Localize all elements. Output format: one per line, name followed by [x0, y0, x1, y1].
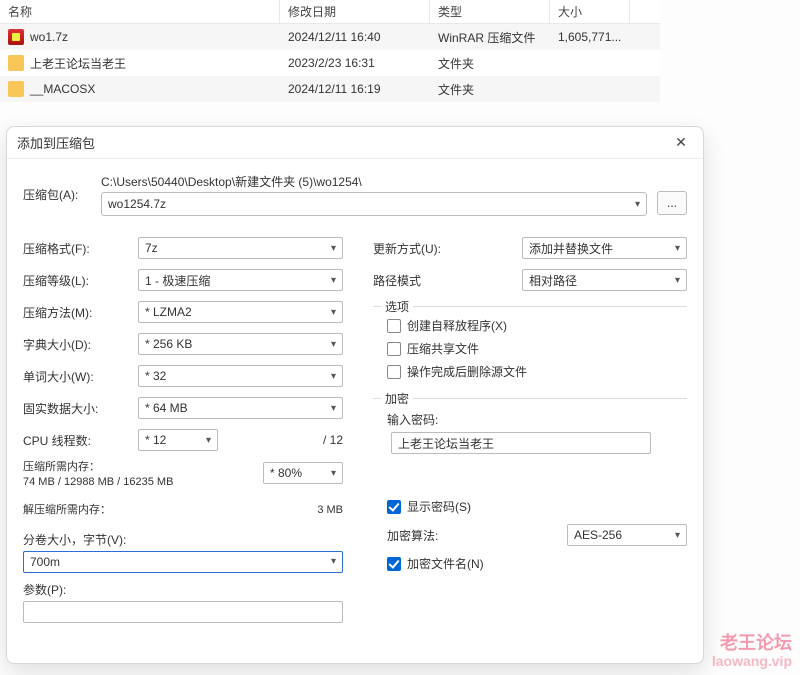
- left-column: 压缩格式(F): 7z▾ 压缩等级(L): 1 - 极速压缩▾ 压缩方法(M):…: [23, 228, 343, 623]
- options-legend: 选项: [381, 298, 413, 315]
- file-name: __MACOSX: [30, 82, 95, 96]
- folder-icon: [8, 55, 24, 71]
- checkbox-checked-icon: [387, 557, 401, 571]
- browse-button[interactable]: ...: [657, 191, 687, 215]
- col-header-size[interactable]: 大小: [550, 0, 630, 23]
- delete-after-checkbox[interactable]: 操作完成后删除源文件: [387, 363, 687, 380]
- checkbox-checked-icon: [387, 500, 401, 514]
- split-label: 分卷大小，字节(V):: [23, 531, 343, 548]
- checkbox-icon: [387, 365, 401, 379]
- level-select[interactable]: 1 - 极速压缩▾: [138, 269, 343, 291]
- file-type: WinRAR 压缩文件: [430, 29, 550, 46]
- file-row[interactable]: wo1.7z 2024/12/11 16:40 WinRAR 压缩文件 1,60…: [0, 24, 660, 50]
- mem-decompress-value: 3 MB: [317, 503, 343, 518]
- chevron-down-icon: ▾: [331, 556, 336, 567]
- password-label: 输入密码:: [387, 411, 687, 428]
- chevron-down-icon: ▾: [675, 530, 680, 541]
- sfx-checkbox[interactable]: 创建自释放程序(X): [387, 317, 687, 334]
- watermark: 老王论坛 laowang.vip: [712, 634, 792, 669]
- password-input[interactable]: 上老王论坛当老王: [391, 432, 651, 454]
- chevron-down-icon: ▾: [331, 403, 336, 414]
- file-date: 2024/12/11 16:40: [280, 30, 430, 44]
- file-row[interactable]: __MACOSX 2024/12/11 16:19 文件夹: [0, 76, 660, 102]
- file-type: 文件夹: [430, 55, 550, 72]
- chevron-down-icon: ▾: [331, 243, 336, 254]
- threads-max: / 12: [226, 433, 343, 447]
- file-row[interactable]: 上老王论坛当老王 2023/2/23 16:31 文件夹: [0, 50, 660, 76]
- archive-label: 压缩包(A):: [23, 186, 91, 203]
- params-input[interactable]: [23, 601, 343, 623]
- checkbox-icon: [387, 342, 401, 356]
- chevron-down-icon: ▾: [331, 339, 336, 350]
- file-date: 2024/12/11 16:19: [280, 82, 430, 96]
- folder-icon: [8, 81, 24, 97]
- chevron-down-icon: ▾: [331, 371, 336, 382]
- solid-select[interactable]: * 64 MB▾: [138, 397, 343, 419]
- col-header-type[interactable]: 类型: [430, 0, 550, 23]
- chevron-down-icon: ▾: [206, 435, 211, 446]
- encrypt-legend: 加密: [381, 390, 413, 407]
- solid-label: 固实数据大小:: [23, 400, 138, 417]
- encrypt-names-checkbox[interactable]: 加密文件名(N): [387, 555, 687, 572]
- chevron-down-icon: ▾: [331, 307, 336, 318]
- update-mode-select[interactable]: 添加并替换文件▾: [522, 237, 687, 259]
- checkbox-icon: [387, 319, 401, 333]
- close-button[interactable]: ✕: [669, 131, 693, 155]
- dialog-title: 添加到压缩包: [17, 133, 669, 152]
- mem-decompress-label: 解压缩所需内存：: [23, 503, 317, 518]
- right-column: 更新方式(U): 添加并替换文件▾ 路径模式 相对路径▾ 选项 创建自释放程序(…: [373, 228, 687, 623]
- options-group: 选项 创建自释放程序(X) 压缩共享文件 操作完成后删除源文件: [373, 306, 687, 380]
- file-size: 1,605,771...: [550, 30, 630, 44]
- encrypt-algo-select[interactable]: AES-256▾: [567, 524, 687, 546]
- chevron-down-icon: ▾: [331, 275, 336, 286]
- archive-name: wo1254.7z: [108, 197, 166, 211]
- method-label: 压缩方法(M):: [23, 304, 138, 321]
- update-label: 更新方式(U):: [373, 240, 451, 257]
- pathmode-label: 路径模式: [373, 272, 451, 289]
- shared-checkbox[interactable]: 压缩共享文件: [387, 340, 687, 357]
- format-label: 压缩格式(F):: [23, 240, 138, 257]
- file-name: 上老王论坛当老王: [30, 55, 126, 72]
- col-header-name[interactable]: 名称: [0, 0, 280, 23]
- params-label: 参数(P):: [23, 581, 343, 598]
- file-list-header: 名称 修改日期 类型 大小: [0, 0, 660, 24]
- threads-select[interactable]: * 12▾: [138, 429, 218, 451]
- archive-name-select[interactable]: wo1254.7z ▾: [101, 192, 647, 216]
- file-type: 文件夹: [430, 81, 550, 98]
- algo-label: 加密算法:: [387, 527, 567, 544]
- file-rows: wo1.7z 2024/12/11 16:40 WinRAR 压缩文件 1,60…: [0, 24, 660, 102]
- chevron-down-icon: ▾: [635, 199, 640, 210]
- file-date: 2023/2/23 16:31: [280, 56, 430, 70]
- pathmode-select[interactable]: 相对路径▾: [522, 269, 687, 291]
- mem-compress-detail: 74 MB / 12988 MB / 16235 MB: [23, 475, 263, 490]
- chevron-down-icon: ▾: [675, 243, 680, 254]
- level-label: 压缩等级(L):: [23, 272, 138, 289]
- show-password-checkbox[interactable]: 显示密码(S): [387, 498, 687, 515]
- chevron-down-icon: ▾: [675, 275, 680, 286]
- mem-percent-select[interactable]: * 80%▾: [263, 462, 343, 484]
- dict-label: 字典大小(D):: [23, 336, 138, 353]
- encrypt-group: 加密 输入密码: 上老王论坛当老王 显示密码(S) 加密算法: AES-256▾…: [373, 398, 687, 572]
- method-select[interactable]: * LZMA2▾: [138, 301, 343, 323]
- split-size-input[interactable]: 700m▾: [23, 551, 343, 573]
- chevron-down-icon: ▾: [331, 468, 336, 479]
- file-name: wo1.7z: [30, 30, 68, 44]
- dict-select[interactable]: * 256 KB▾: [138, 333, 343, 355]
- threads-label: CPU 线程数:: [23, 432, 138, 449]
- word-select[interactable]: * 32▾: [138, 365, 343, 387]
- add-to-archive-dialog: 添加到压缩包 ✕ 压缩包(A): C:\Users\50440\Desktop\…: [6, 126, 704, 664]
- dialog-titlebar: 添加到压缩包 ✕: [7, 127, 703, 159]
- archive-icon: [8, 29, 24, 45]
- col-header-date[interactable]: 修改日期: [280, 0, 430, 23]
- word-label: 单词大小(W):: [23, 368, 138, 385]
- file-list: 名称 修改日期 类型 大小 wo1.7z 2024/12/11 16:40 Wi…: [0, 0, 660, 102]
- archive-path: C:\Users\50440\Desktop\新建文件夹 (5)\wo1254\: [101, 173, 647, 190]
- format-select[interactable]: 7z▾: [138, 237, 343, 259]
- mem-compress-label: 压缩所需内存：: [23, 460, 263, 475]
